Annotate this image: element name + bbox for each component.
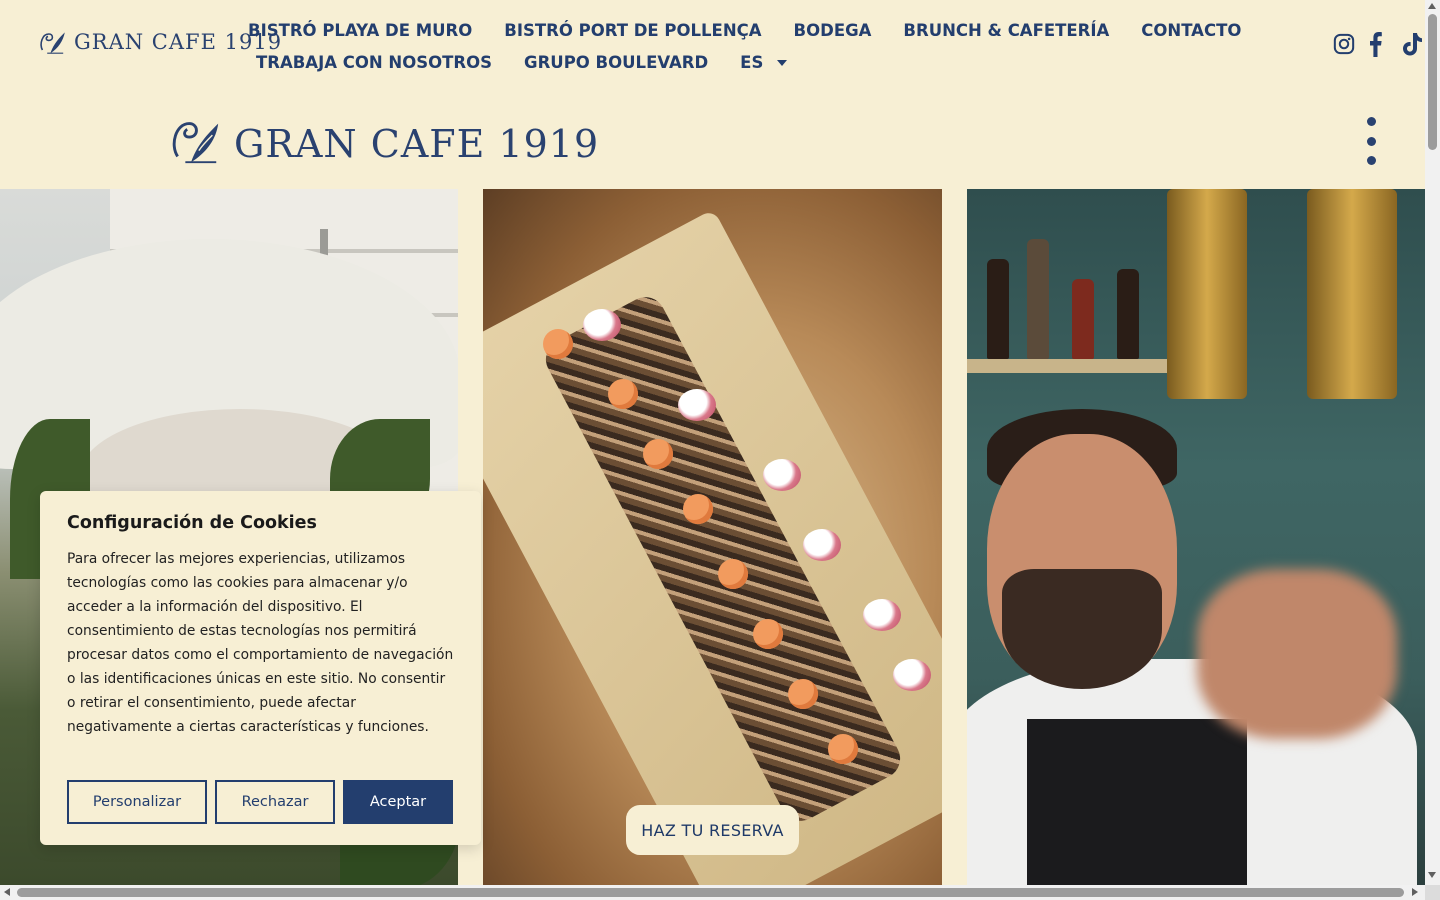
nav-row-primary: BISTRÓ PLAYA DE MURO BISTRÓ PORT DE POLL… [232, 14, 1241, 46]
main-navigation: BISTRÓ PLAYA DE MURO BISTRÓ PORT DE POLL… [232, 14, 1241, 78]
nav-link-bistro-playa-de-muro[interactable]: BISTRÓ PLAYA DE MURO [232, 21, 488, 40]
vertical-scroll-thumb[interactable] [1428, 14, 1437, 150]
panel-gap [942, 189, 967, 885]
facebook-icon[interactable] [1367, 31, 1389, 57]
scroll-down-icon[interactable] [1428, 872, 1436, 878]
language-label: ES [740, 52, 764, 72]
swan-leaf-emblem-icon [172, 122, 219, 164]
social-links [1333, 31, 1423, 57]
cookie-consent-dialog: Configuración de Cookies Para ofrecer la… [40, 491, 481, 845]
reject-button[interactable]: Rechazar [215, 780, 335, 824]
reservation-button[interactable]: HAZ TU RESERVA [626, 805, 799, 855]
nav-link-contacto[interactable]: CONTACTO [1125, 21, 1257, 40]
nav-link-brunch-cafeteria[interactable]: BRUNCH & CAFETERÍA [887, 21, 1125, 40]
accept-button[interactable]: Aceptar [343, 780, 453, 824]
header-logo[interactable]: GRAN CAFE 1919 [166, 112, 599, 168]
language-selector[interactable]: ES [724, 53, 803, 72]
scroll-left-icon[interactable] [4, 888, 10, 896]
horizontal-scrollbar[interactable] [0, 885, 1425, 900]
cookie-actions: Personalizar Rechazar Aceptar [67, 780, 453, 824]
nav-link-trabaja-con-nosotros[interactable]: TRABAJA CON NOSOTROS [240, 53, 508, 72]
scroll-up-icon[interactable] [1428, 3, 1436, 9]
kebab-menu-icon[interactable] [1360, 117, 1382, 165]
customize-button[interactable]: Personalizar [67, 780, 207, 824]
bartender-photo [967, 189, 1425, 885]
nav-link-grupo-boulevard[interactable]: GRUPO BOULEVARD [508, 53, 724, 72]
instagram-icon[interactable] [1333, 31, 1355, 57]
chevron-down-icon [777, 60, 788, 66]
horizontal-scroll-thumb[interactable] [17, 888, 1404, 897]
nav-row-secondary: TRABAJA CON NOSOTROS GRUPO BOULEVARD ES [232, 46, 1192, 78]
swan-leaf-emblem-icon [40, 32, 65, 54]
top-navigation-bar: GRAN CAFE 1919 BISTRÓ PLAYA DE MURO BIST… [0, 0, 1425, 90]
vertical-scrollbar[interactable] [1425, 0, 1440, 900]
tiktok-icon[interactable] [1401, 31, 1423, 57]
scrollbar-corner [1425, 885, 1440, 900]
nav-link-bodega[interactable]: BODEGA [778, 21, 888, 40]
cookie-dialog-title: Configuración de Cookies [67, 513, 317, 533]
cookie-dialog-body: Para ofrecer las mejores experiencias, u… [67, 551, 454, 735]
nav-link-bistro-port-de-pollenca[interactable]: BISTRÓ PORT DE POLLENÇA [488, 21, 777, 40]
header-wordmark: GRAN CAFE 1919 [234, 122, 600, 166]
seared-tuna-dish-photo [483, 189, 942, 885]
site-header: GRAN CAFE 1919 [0, 90, 1425, 189]
scroll-right-icon[interactable] [1412, 888, 1418, 896]
